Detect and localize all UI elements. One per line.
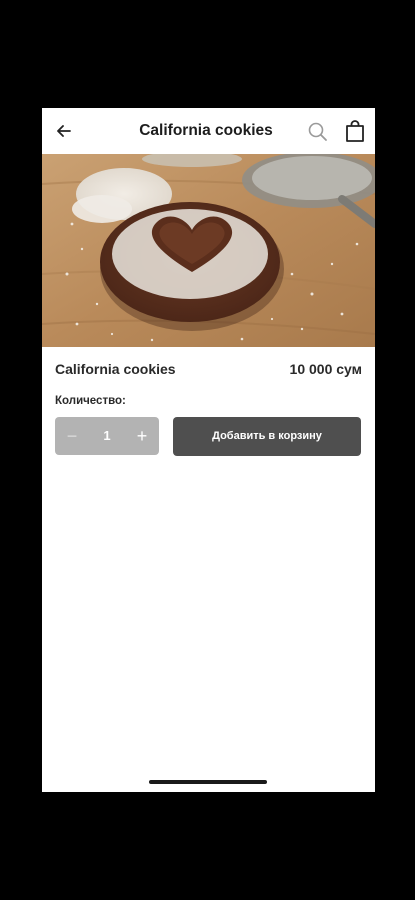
quantity-label: Количество: [55, 395, 126, 407]
product-price: 10 000 сум [289, 361, 362, 377]
decrease-button[interactable]: − [55, 417, 89, 455]
search-button[interactable] [307, 121, 328, 142]
quantity-stepper: − 1 + [55, 417, 159, 455]
arrow-left-icon [57, 125, 71, 137]
shopping-bag-icon [346, 120, 364, 142]
product-name: California cookies [55, 361, 176, 377]
search-icon [308, 122, 327, 141]
increase-button[interactable]: + [125, 417, 159, 455]
product-info-row: California cookies 10 000 сум [55, 359, 362, 381]
page-title: California cookies [139, 122, 273, 139]
home-indicator [149, 780, 267, 784]
app-screen: California cookies California cookies 10… [42, 108, 375, 792]
quantity-value: 1 [103, 428, 111, 443]
product-image [42, 154, 375, 347]
top-bar: California cookies [42, 108, 375, 154]
back-button[interactable] [54, 121, 74, 141]
add-to-cart-button[interactable]: Добавить в корзину [173, 417, 361, 456]
cart-button[interactable] [345, 120, 365, 142]
